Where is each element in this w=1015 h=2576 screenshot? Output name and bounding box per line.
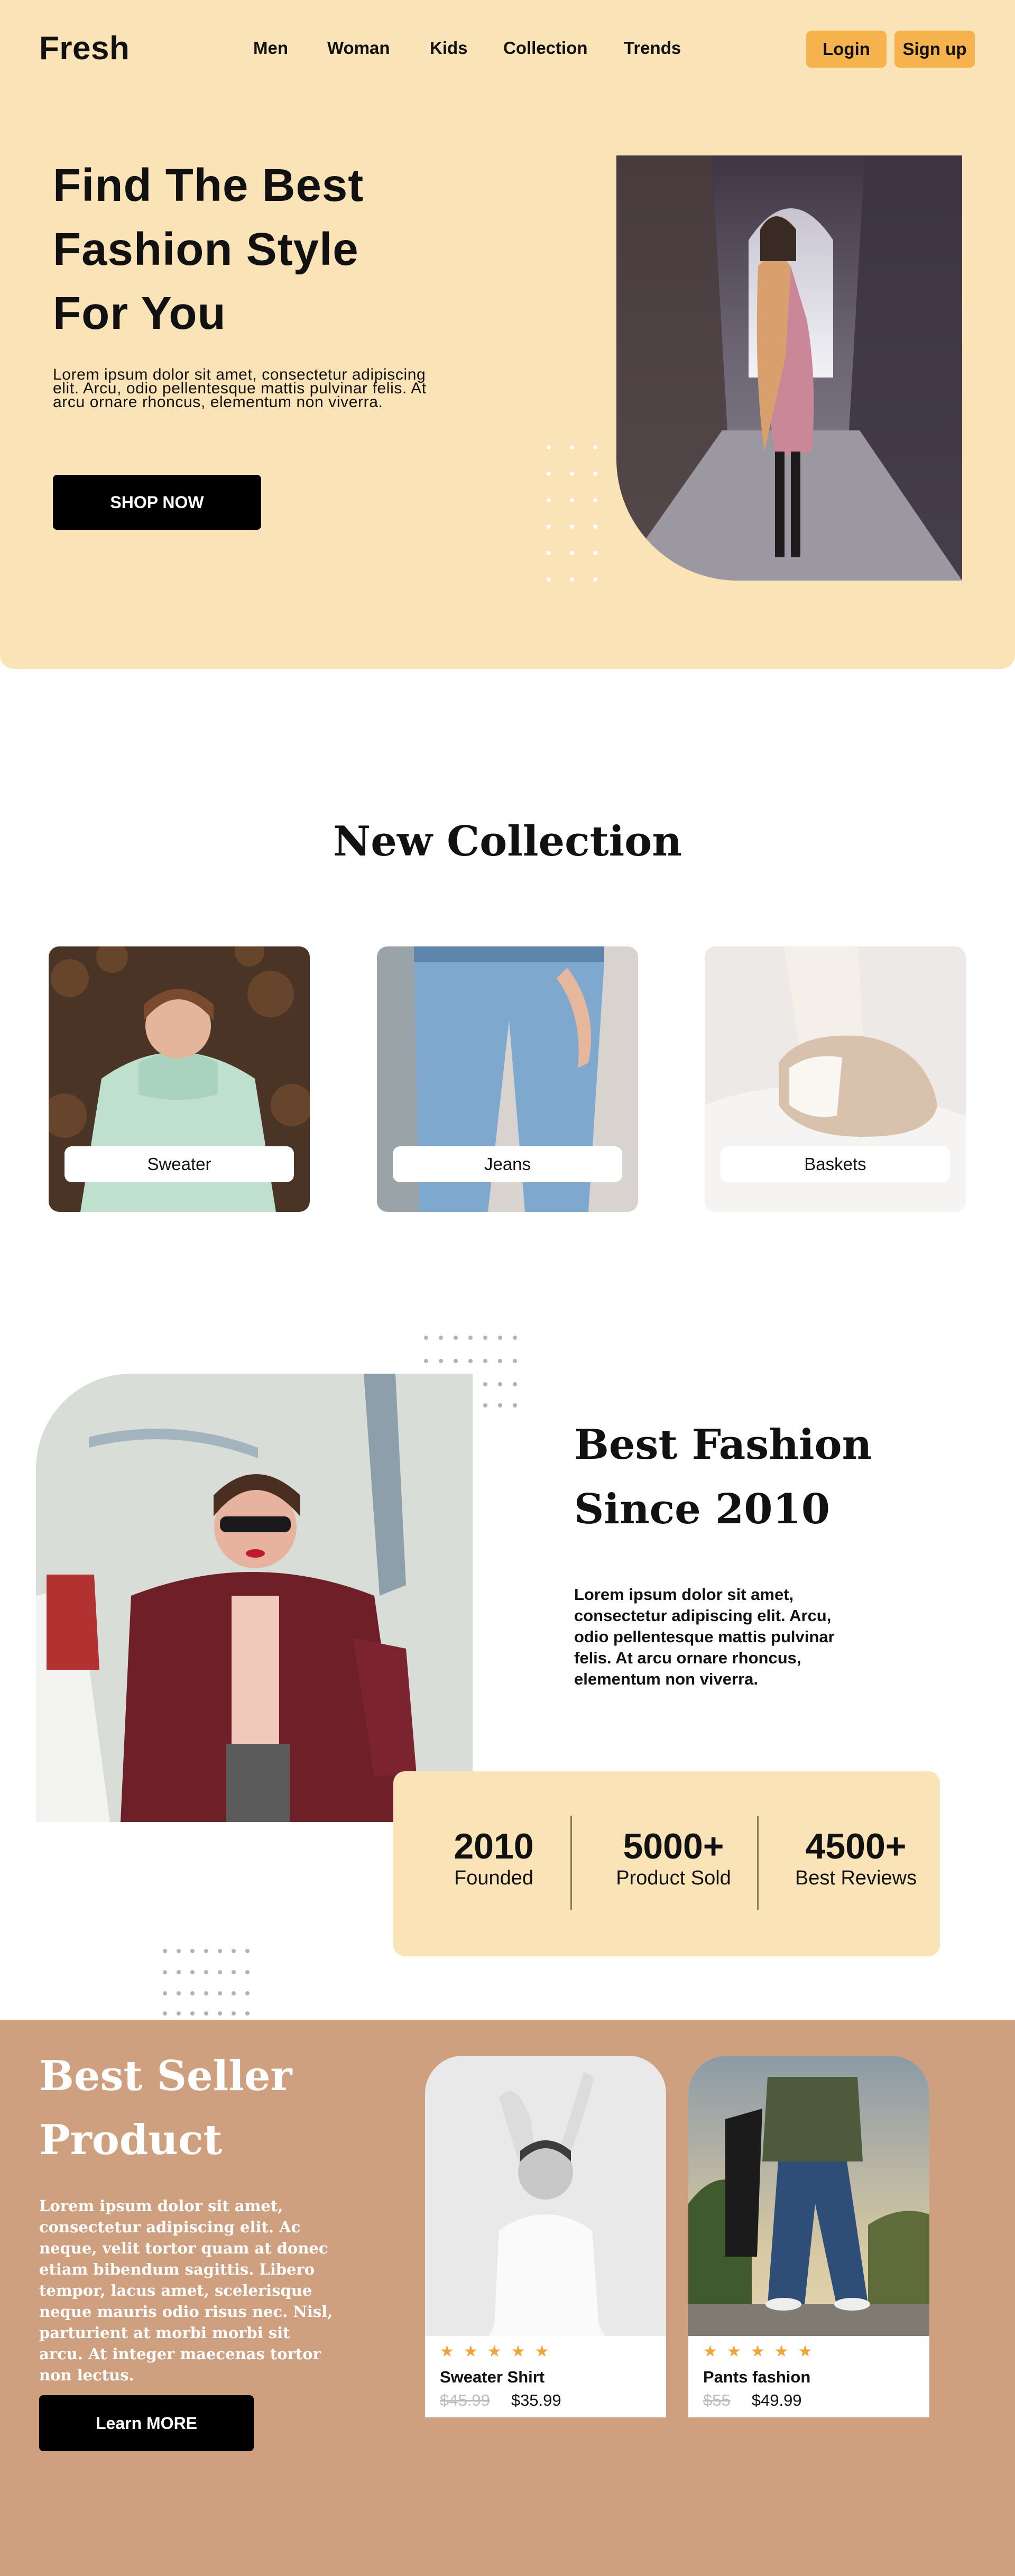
stat-divider — [757, 1816, 759, 1910]
product-name: Pants fashion — [703, 2368, 811, 2386]
stats-panel: 2010 Founded 5000+ Product Sold 4500+ Be… — [393, 1771, 940, 1956]
nav-link-men[interactable]: Men — [253, 38, 288, 61]
rating-stars: ★★★★★ — [440, 2343, 559, 2360]
collection-card-baskets[interactable]: Baskets — [705, 946, 966, 1212]
product-card-pants-fashion[interactable]: ★★★★★ Pants fashion $55 $49.99 — [688, 2056, 929, 2417]
stat-product-sold: 5000+ Product Sold — [594, 1826, 753, 1890]
rating-stars: ★★★★★ — [703, 2343, 822, 2360]
login-button[interactable]: Login — [806, 31, 887, 68]
best-fashion-title-line: Since 2010 — [574, 1485, 831, 1533]
hero-title-line: For You — [53, 288, 226, 339]
product-photo — [425, 2056, 666, 2336]
product-card-sweater-shirt[interactable]: ★★★★★ Sweater Shirt $45.99 $35.99 — [425, 2056, 666, 2417]
stat-value: 5000+ — [623, 1826, 724, 1866]
product-photo — [688, 2056, 929, 2336]
current-price: $35.99 — [511, 2391, 561, 2409]
collection-card-label: Baskets — [721, 1146, 950, 1182]
shop-now-button[interactable]: SHOP NOW — [53, 475, 261, 530]
nav-link-kids[interactable]: Kids — [430, 38, 468, 61]
decorative-dot-grid — [547, 445, 597, 582]
brand-logo[interactable]: Fresh — [39, 30, 130, 67]
product-prices: $55 $49.99 — [703, 2391, 802, 2410]
best-fashion-title: Best Fashion Since 2010 — [574, 1413, 944, 1542]
learn-more-button[interactable]: Learn MORE — [39, 2395, 254, 2451]
product-prices: $45.99 $35.99 — [440, 2391, 561, 2410]
current-price: $49.99 — [751, 2391, 802, 2409]
hero-title-line: Fashion Style — [53, 224, 359, 275]
stat-value: 4500+ — [805, 1826, 907, 1866]
stat-label: Best Reviews — [795, 1867, 917, 1889]
stat-value: 2010 — [454, 1826, 534, 1866]
best-fashion-photo-woman-shopping — [36, 1374, 473, 1822]
stat-label: Founded — [454, 1867, 533, 1889]
new-collection-title: New Collection — [333, 817, 682, 866]
best-seller-description: Lorem ipsum dolor sit amet, consectetur … — [39, 2197, 333, 2384]
best-seller-title: Best Seller Product — [39, 2044, 409, 2172]
collection-card-jeans[interactable]: Jeans — [377, 946, 638, 1212]
hero-title-line: Find The Best — [53, 160, 364, 211]
old-price: $45.99 — [440, 2391, 490, 2409]
signup-button[interactable]: Sign up — [894, 31, 975, 68]
collection-card-label: Jeans — [393, 1146, 622, 1182]
best-seller-title-line: Best Seller — [39, 2052, 292, 2100]
stat-divider — [570, 1816, 572, 1910]
old-price: $55 — [703, 2391, 731, 2409]
hero-photo-woman-in-arcade — [616, 155, 962, 581]
collection-card-sweater[interactable]: Sweater — [49, 946, 310, 1212]
collection-card-label: Sweater — [64, 1146, 294, 1182]
hero-description: Lorem ipsum dolor sit amet, consectetur … — [53, 366, 427, 411]
product-name: Sweater Shirt — [440, 2368, 545, 2386]
best-fashion-title-line: Best Fashion — [574, 1421, 872, 1469]
nav-link-trends[interactable]: Trends — [624, 38, 681, 61]
nav-link-collection[interactable]: Collection — [503, 38, 588, 61]
stat-label: Product Sold — [616, 1867, 731, 1889]
hero-title: Find The Best Fashion Style For You — [53, 153, 529, 345]
best-fashion-description: Lorem ipsum dolor sit amet, consectetur … — [574, 1585, 835, 1688]
stat-founded: 2010 Founded — [430, 1826, 557, 1890]
nav-link-woman[interactable]: Woman — [327, 38, 390, 61]
stat-best-reviews: 4500+ Best Reviews — [779, 1826, 933, 1890]
best-seller-title-line: Product — [39, 2116, 223, 2164]
decorative-dot-grid — [163, 1949, 250, 2016]
